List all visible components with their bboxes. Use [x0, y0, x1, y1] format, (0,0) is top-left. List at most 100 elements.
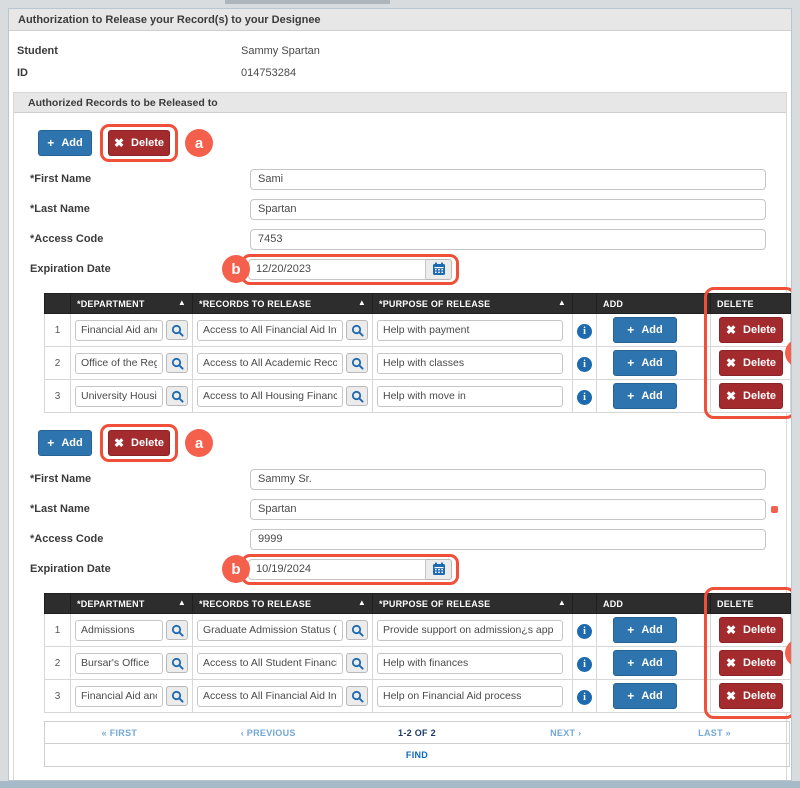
records-lookup-button[interactable] — [346, 686, 368, 706]
access-code-field[interactable] — [250, 229, 766, 250]
delete-row-button[interactable]: ✖Delete — [719, 617, 783, 643]
records-field[interactable] — [197, 320, 343, 341]
add-row-button[interactable]: +Add — [613, 650, 677, 676]
info-icon[interactable]: i — [577, 357, 592, 372]
expiration-date-field[interactable] — [248, 259, 426, 280]
records-field[interactable] — [197, 386, 343, 407]
last-name-field[interactable] — [250, 499, 766, 520]
first-name-field[interactable] — [250, 469, 766, 490]
department-field[interactable] — [75, 353, 163, 374]
sort-asc-icon[interactable]: ▲ — [178, 598, 186, 607]
calendar-button[interactable] — [426, 559, 452, 580]
add-designee-button[interactable]: + Add — [38, 430, 92, 456]
department-field[interactable] — [75, 386, 163, 407]
purpose-field[interactable] — [377, 386, 563, 407]
records-lookup-button[interactable] — [346, 653, 368, 673]
info-icon[interactable]: i — [577, 624, 592, 639]
pagination-first[interactable]: « FIRST — [45, 728, 194, 738]
search-icon — [351, 357, 364, 370]
department-lookup-button[interactable] — [166, 386, 188, 406]
expiration-date-field[interactable] — [248, 559, 426, 580]
add-row-button[interactable]: +Add — [613, 317, 677, 343]
x-icon: ✖ — [114, 437, 124, 449]
plus-icon: + — [47, 137, 54, 149]
department-lookup-button[interactable] — [166, 620, 188, 640]
records-lookup-button[interactable] — [346, 353, 368, 373]
department-field[interactable] — [75, 320, 163, 341]
department-header[interactable]: *DEPARTMENT▲ — [71, 294, 193, 314]
records-header[interactable]: *RECORDS TO RELEASE▲ — [193, 294, 373, 314]
records-field[interactable] — [197, 686, 343, 707]
department-lookup-button[interactable] — [166, 686, 188, 706]
add-row-button[interactable]: +Add — [613, 617, 677, 643]
x-icon: ✖ — [726, 690, 736, 702]
department-header[interactable]: *DEPARTMENT▲ — [71, 594, 193, 614]
info-icon[interactable]: i — [577, 690, 592, 705]
pagination-previous[interactable]: ‹ PREVIOUS — [194, 728, 343, 738]
window-edge-artifact — [225, 0, 390, 4]
sort-asc-icon[interactable]: ▲ — [178, 298, 186, 307]
row-number: 1 — [45, 614, 71, 647]
records-field[interactable] — [197, 653, 343, 674]
add-designee-button[interactable]: + Add — [38, 130, 92, 156]
department-field[interactable] — [75, 653, 163, 674]
table-row: 3 i +Add ✖Delete — [45, 380, 791, 413]
add-row-button[interactable]: +Add — [613, 350, 677, 376]
delete-designee-button[interactable]: ✖ Delete — [108, 130, 170, 156]
delete-column-header: DELETE — [711, 594, 791, 614]
table-row: 1 i +Add ✖Delete — [45, 614, 791, 647]
department-field[interactable] — [75, 686, 163, 707]
find-link[interactable]: FIND — [406, 750, 428, 760]
records-lookup-button[interactable] — [346, 320, 368, 340]
add-row-button[interactable]: +Add — [613, 383, 677, 409]
purpose-field[interactable] — [377, 353, 563, 374]
sort-asc-icon[interactable]: ▲ — [358, 298, 366, 307]
add-row-button[interactable]: +Add — [613, 683, 677, 709]
purpose-field[interactable] — [377, 620, 563, 641]
delete-row-button[interactable]: ✖Delete — [719, 650, 783, 676]
student-row: Student Sammy Spartan — [17, 40, 783, 62]
sort-asc-icon[interactable]: ▲ — [358, 598, 366, 607]
add-button-label: Add — [61, 437, 82, 449]
delete-row-button[interactable]: ✖Delete — [719, 683, 783, 709]
purpose-field[interactable] — [377, 653, 563, 674]
records-lookup-button[interactable] — [346, 386, 368, 406]
info-icon[interactable]: i — [577, 324, 592, 339]
purpose-field[interactable] — [377, 320, 563, 341]
pagination-next[interactable]: NEXT › — [491, 728, 640, 738]
last-name-field[interactable] — [250, 199, 766, 220]
row-number: 1 — [45, 314, 71, 347]
purpose-header[interactable]: *PURPOSE OF RELEASE▲ — [373, 594, 573, 614]
info-icon[interactable]: i — [577, 390, 592, 405]
info-icon[interactable]: i — [577, 657, 592, 672]
purpose-field[interactable] — [377, 686, 563, 707]
sort-asc-icon[interactable]: ▲ — [558, 298, 566, 307]
designee-1-records-table: *DEPARTMENT▲ *RECORDS TO RELEASE▲ *PURPO… — [44, 293, 790, 413]
department-lookup-button[interactable] — [166, 653, 188, 673]
department-field[interactable] — [75, 620, 163, 641]
expiration-date-row: Expiration Date b — [26, 254, 786, 284]
section-title: Authorized Records to be Released to — [14, 93, 786, 113]
sort-asc-icon[interactable]: ▲ — [558, 598, 566, 607]
department-lookup-button[interactable] — [166, 320, 188, 340]
table-header-row: *DEPARTMENT▲ *RECORDS TO RELEASE▲ *PURPO… — [45, 294, 791, 314]
calendar-icon — [432, 262, 446, 276]
delete-designee-button[interactable]: ✖ Delete — [108, 430, 170, 456]
records-field[interactable] — [197, 353, 343, 374]
delete-row-button[interactable]: ✖Delete — [719, 383, 783, 409]
records-field[interactable] — [197, 620, 343, 641]
search-icon — [171, 390, 184, 403]
calendar-button[interactable] — [426, 259, 452, 280]
records-lookup-button[interactable] — [346, 620, 368, 640]
department-lookup-button[interactable] — [166, 353, 188, 373]
delete-row-button[interactable]: ✖Delete — [719, 317, 783, 343]
table-header-row: *DEPARTMENT▲ *RECORDS TO RELEASE▲ *PURPO… — [45, 594, 791, 614]
required-marker — [771, 506, 778, 513]
access-code-row: *Access Code — [26, 224, 786, 254]
access-code-field[interactable] — [250, 529, 766, 550]
records-header[interactable]: *RECORDS TO RELEASE▲ — [193, 594, 373, 614]
pagination-last[interactable]: LAST » — [640, 728, 789, 738]
purpose-header[interactable]: *PURPOSE OF RELEASE▲ — [373, 294, 573, 314]
delete-row-button[interactable]: ✖Delete — [719, 350, 783, 376]
first-name-field[interactable] — [250, 169, 766, 190]
